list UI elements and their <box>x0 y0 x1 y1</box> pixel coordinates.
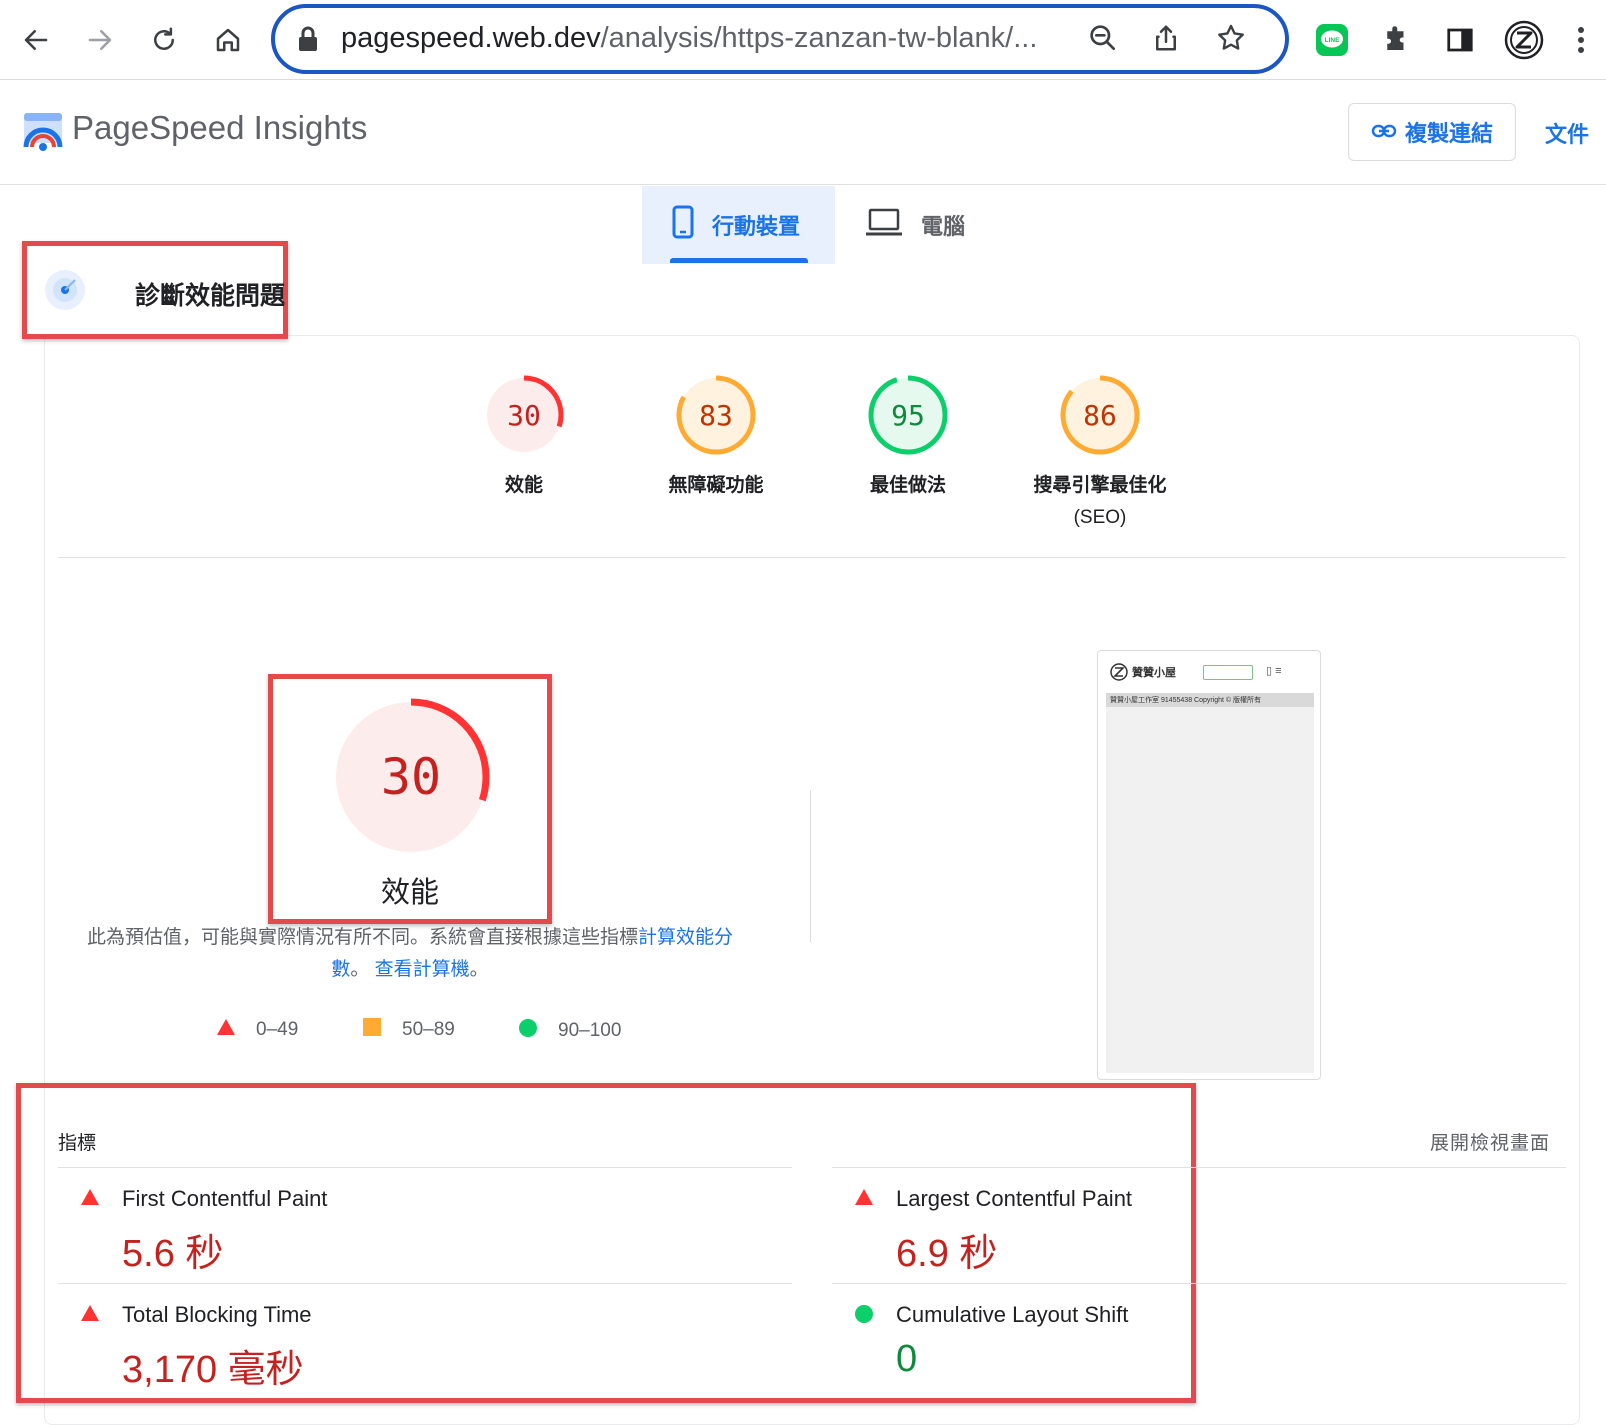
thumbnail-menu-icon: ▯ ≡ <box>1266 665 1282 677</box>
accessibility-gauge[interactable]: 83 <box>674 373 758 457</box>
best-practices-label: 最佳做法 <box>808 470 1008 502</box>
circle-icon <box>518 1018 538 1044</box>
cls-pass-circle-icon <box>854 1304 874 1329</box>
expand-view-link[interactable]: 展開檢視畫面 <box>1430 1128 1550 1155</box>
app-header: PageSpeed Insights 複製連結 文件 <box>0 81 1606 185</box>
thumbnail-footer: 贊贊小屋工作室 91455438 Copyright © 版權所有 <box>1106 693 1314 707</box>
description-end: 。 <box>469 959 489 980</box>
seo-label-sub: (SEO) <box>1073 507 1127 528</box>
tab-desktop-label: 電腦 <box>921 214 966 239</box>
lcp-value: 6.9 秒 <box>896 1233 998 1275</box>
lock-icon[interactable] <box>297 25 319 58</box>
best-practices-label-text: 最佳做法 <box>869 475 946 496</box>
url-path: /analysis/https-zanzan-tw-blank/... <box>600 22 1038 54</box>
pagespeed-logo-icon <box>22 111 64 158</box>
legend-average: 50–89 <box>362 1018 455 1042</box>
description-sep: 。 <box>350 959 370 980</box>
home-icon[interactable] <box>206 18 250 62</box>
fcp-fail-triangle-icon <box>80 1188 100 1211</box>
svg-text:LINE: LINE <box>1325 37 1340 44</box>
page-screenshot-thumbnail[interactable]: 贊贊小屋 ▯ ≡ 贊贊小屋工作室 91455438 Copyright © 版權… <box>1097 650 1321 1080</box>
square-icon <box>362 1018 382 1042</box>
section-divider <box>58 557 1566 558</box>
vertical-separator <box>810 790 811 942</box>
zoom-icon[interactable] <box>1087 22 1119 59</box>
line-extension-icon[interactable]: LINE <box>1310 18 1354 62</box>
tab-mobile-label: 行動裝置 <box>712 214 801 239</box>
cls-name: Cumulative Layout Shift <box>896 1302 1129 1327</box>
address-bar[interactable]: pagespeed.web.dev/analysis/https-zanzan-… <box>271 4 1289 74</box>
thumbnail-page-body: 贊贊小屋工作室 91455438 Copyright © 版權所有 <box>1106 693 1314 1073</box>
performance-score-value: 30 <box>381 748 441 806</box>
seo-score-value: 86 <box>1083 399 1117 432</box>
tbt-fail-triangle-icon <box>80 1304 100 1327</box>
legend-pass-label: 90–100 <box>558 1020 622 1041</box>
thumbnail-site-name: 贊贊小屋 <box>1132 667 1176 679</box>
diagnose-label: 診斷效能問題 <box>135 282 286 310</box>
side-panel-icon[interactable] <box>1438 18 1482 62</box>
performance-score-panel: 30 效能 <box>268 674 552 924</box>
accessibility-label: 無障礙功能 <box>616 470 816 502</box>
docs-link[interactable]: 文件 <box>1545 117 1589 149</box>
lcp-fail-triangle-icon <box>854 1188 874 1211</box>
copy-link-label: 複製連結 <box>1404 121 1493 146</box>
back-icon[interactable] <box>14 18 58 62</box>
fcp-value: 5.6 秒 <box>122 1233 224 1275</box>
lcp-name: Largest Contentful Paint <box>896 1186 1133 1211</box>
fcp-name: First Contentful Paint <box>122 1186 328 1211</box>
legend-pass: 90–100 <box>518 1018 621 1044</box>
metrics-divider <box>58 1283 792 1284</box>
copy-link-button[interactable]: 複製連結 <box>1348 103 1516 161</box>
url-host: pagespeed.web.dev <box>341 22 601 54</box>
phone-icon <box>672 205 694 245</box>
diagnose-heading: 診斷效能問題 <box>22 241 288 339</box>
extensions-puzzle-icon[interactable] <box>1374 18 1418 62</box>
profile-avatar-icon[interactable] <box>1502 18 1546 62</box>
share-icon[interactable] <box>1151 22 1181 59</box>
seo-label-text: 搜尋引擎最佳化 <box>1033 475 1167 496</box>
best-practices-gauge[interactable]: 95 <box>866 373 950 457</box>
forward-icon[interactable] <box>78 18 122 62</box>
tbt-value: 3,170 毫秒 <box>122 1349 304 1391</box>
best-practices-score-value: 95 <box>891 399 925 432</box>
triangle-icon <box>216 1018 236 1042</box>
accessibility-score-value: 83 <box>699 399 733 432</box>
metrics-divider <box>832 1283 1566 1284</box>
tbt-name: Total Blocking Time <box>122 1302 312 1327</box>
cls-value: 0 <box>896 1338 918 1380</box>
seo-gauge[interactable]: 86 <box>1058 373 1142 457</box>
description-text: 此為預估值，可能與實際情況有所不同。系統會直接根據這些指標 <box>86 927 638 948</box>
metrics-title: 指標 <box>58 1133 97 1154</box>
reload-icon[interactable] <box>142 18 186 62</box>
performance-score-label: 效能 <box>380 877 439 909</box>
laptop-icon <box>865 207 903 243</box>
performance-label: 效能 <box>424 470 624 502</box>
view-calculator-link[interactable]: 查看計算機 <box>375 959 470 980</box>
accessibility-label-text: 無障礙功能 <box>668 475 764 496</box>
thumbnail-button <box>1203 665 1253 680</box>
browser-toolbar: pagespeed.web.dev/analysis/https-zanzan-… <box>0 0 1606 80</box>
active-tab-indicator <box>670 258 808 263</box>
performance-label-text: 效能 <box>504 475 543 496</box>
metrics-divider <box>832 1167 1566 1168</box>
legend-fail-label: 0–49 <box>256 1019 299 1040</box>
performance-score-value: 30 <box>507 399 541 432</box>
more-menu-icon[interactable] <box>1566 18 1596 62</box>
score-description: 此為預估值，可能與實際情況有所不同。系統會直接根據這些指標計算效能分數。 查看計… <box>80 922 740 986</box>
metrics-divider <box>58 1167 792 1168</box>
performance-gauge: 30 <box>332 698 490 856</box>
diagnose-icon <box>43 268 87 317</box>
seo-label: 搜尋引擎最佳化 (SEO) <box>1000 470 1200 534</box>
legend-average-label: 50–89 <box>402 1019 455 1040</box>
legend-fail: 0–49 <box>216 1018 298 1042</box>
link-icon <box>1371 119 1397 145</box>
app-title: PageSpeed Insights <box>72 109 368 146</box>
performance-gauge[interactable]: 30 <box>482 373 566 457</box>
url-text[interactable]: pagespeed.web.dev/analysis/https-zanzan-… <box>341 22 1037 55</box>
tab-mobile[interactable]: 行動裝置 <box>642 186 835 264</box>
bookmark-star-icon[interactable] <box>1215 22 1247 59</box>
tab-desktop[interactable]: 電腦 <box>835 186 995 264</box>
site-logo-icon <box>1110 663 1128 686</box>
